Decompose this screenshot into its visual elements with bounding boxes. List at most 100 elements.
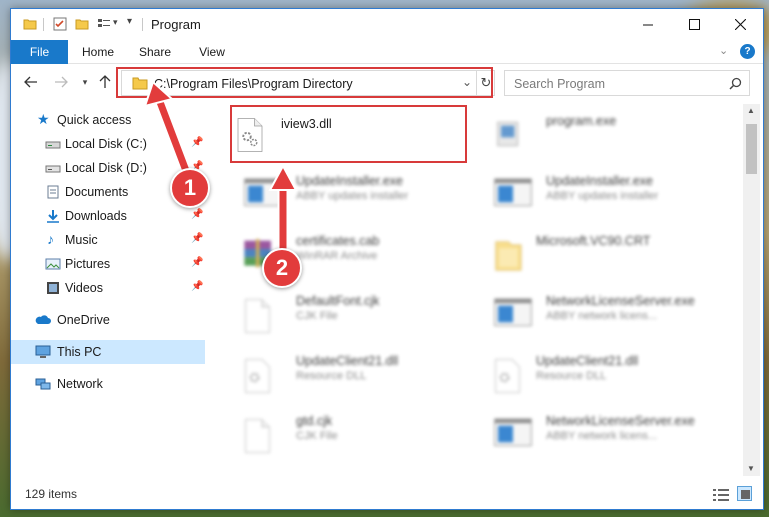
sidebar-item-label: Local Disk (C:) xyxy=(65,137,147,151)
sidebar-item-onedrive[interactable]: OneDrive xyxy=(11,308,205,332)
back-button[interactable] xyxy=(21,72,41,92)
tab-view[interactable]: View xyxy=(187,40,237,64)
help-icon[interactable]: ? xyxy=(740,44,755,59)
sidebar-item-label: Quick access xyxy=(57,113,132,127)
ribbon-tabs: File Home Share View ⌄ ? xyxy=(11,40,763,64)
close-button[interactable] xyxy=(717,9,763,40)
file-tile-networklicenseserver-exe-2[interactable]: NetworkLicenseServer.exe ABBY network li… xyxy=(491,410,741,468)
file-name: UpdateInstaller.exe xyxy=(296,174,404,188)
file-name: gtd.cjk xyxy=(296,414,333,428)
pin-icon[interactable]: 📌 xyxy=(191,137,203,149)
videos-icon xyxy=(47,282,59,294)
file-name: certificates.cab xyxy=(296,234,380,248)
blank-file-icon xyxy=(245,299,270,333)
file-description: ABBY network licens... xyxy=(546,310,658,322)
sidebar-item-this-pc[interactable]: This PC xyxy=(11,340,205,364)
search-input[interactable]: Search Program xyxy=(514,77,605,91)
sidebar-item-local-disk-c[interactable]: Local Disk (C:) 📌 xyxy=(11,132,205,156)
new-folder-icon[interactable] xyxy=(75,17,89,31)
pin-icon[interactable]: 📌 xyxy=(191,233,203,245)
dropdown-icon[interactable]: ▾ xyxy=(113,17,118,28)
file-tile-networklicenseserver-exe[interactable]: NetworkLicenseServer.exe ABBY network li… xyxy=(491,290,741,348)
title-separator xyxy=(142,18,143,31)
recent-locations-button[interactable]: ▾ xyxy=(75,72,95,92)
file-name: Microsoft.VC90.CRT xyxy=(536,234,651,248)
maximize-button[interactable] xyxy=(671,9,717,40)
tiles-view-icon[interactable] xyxy=(737,486,752,501)
tab-home[interactable]: Home xyxy=(71,40,125,64)
file-description: Resource DLL xyxy=(536,370,607,382)
forward-button[interactable] xyxy=(51,72,71,92)
minimize-icon xyxy=(643,24,653,25)
dll-gear-icon xyxy=(495,359,520,393)
expand-ribbon-icon[interactable]: ⌄ xyxy=(719,44,728,57)
file-description: ABBY updates installer xyxy=(546,190,659,202)
app-window-icon xyxy=(494,298,532,327)
folder-icon xyxy=(495,241,522,271)
music-icon: ♪ xyxy=(47,231,54,247)
customize-toolbar-icon[interactable]: ▾ xyxy=(127,16,132,27)
file-tile-updateinstaller-exe-2[interactable]: UpdateInstaller.exe ABBY updates install… xyxy=(491,170,741,228)
scroll-up-icon[interactable]: ▲ xyxy=(747,106,755,115)
sidebar-item-label: Local Disk (D:) xyxy=(65,161,147,175)
file-tile-updateclient21-dll[interactable]: UpdateClient21.dll Resource DLL xyxy=(241,350,491,408)
vertical-scrollbar[interactable]: ▲ ▼ xyxy=(743,104,760,476)
file-tile-updateinstaller-exe[interactable]: UpdateInstaller.exe ABBY updates install… xyxy=(241,170,491,228)
drive-icon xyxy=(45,141,61,149)
file-name: program.exe xyxy=(546,114,617,128)
app-window-icon xyxy=(494,418,532,447)
drive-icon xyxy=(45,165,61,173)
details-view-icon[interactable] xyxy=(713,488,729,501)
pin-icon[interactable]: 📌 xyxy=(191,281,203,293)
pictures-icon xyxy=(45,258,61,270)
status-bar: 129 items xyxy=(11,481,763,509)
blank-file-icon xyxy=(245,419,270,453)
app-window-icon xyxy=(494,178,532,207)
file-description: WinRAR Archive xyxy=(296,250,378,262)
file-name: NetworkLicenseServer.exe xyxy=(546,294,695,308)
computer-icon xyxy=(35,345,51,358)
file-tile-defaultfont-cjk[interactable]: DefaultFont.cjk CJK File xyxy=(241,290,491,348)
view-options-icon[interactable] xyxy=(97,17,111,31)
sidebar-item-videos[interactable]: Videos 📌 xyxy=(11,276,205,300)
dll-gear-icon xyxy=(245,359,270,393)
file-tile-gtd-cjk[interactable]: gtd.cjk CJK File xyxy=(241,410,491,468)
sidebar-item-label: Downloads xyxy=(65,209,127,223)
file-tile-program-exe[interactable]: program.exe xyxy=(491,110,741,168)
cloud-icon xyxy=(35,315,51,324)
minimize-button[interactable] xyxy=(625,9,671,40)
scrollbar-thumb[interactable] xyxy=(746,124,757,174)
file-description: CJK File xyxy=(296,310,338,322)
sidebar-item-label: Network xyxy=(57,377,103,391)
title-separator xyxy=(43,18,44,31)
sidebar-item-label: Music xyxy=(65,233,98,247)
file-tile-updateclient21-dll-2[interactable]: UpdateClient21.dll Resource DLL xyxy=(491,350,741,408)
sidebar-item-network[interactable]: Network xyxy=(11,372,205,396)
sidebar-item-pictures[interactable]: Pictures 📌 xyxy=(11,252,205,276)
sidebar-item-quick-access[interactable]: ★ Quick access xyxy=(11,108,205,132)
sidebar-item-music[interactable]: ♪ Music 📌 xyxy=(11,228,205,252)
tab-file[interactable]: File xyxy=(11,40,68,64)
title-bar: ▾ ▾ Program xyxy=(11,9,763,40)
tab-share[interactable]: Share xyxy=(129,40,181,64)
sidebar-item-label: Videos xyxy=(65,281,103,295)
star-icon: ★ xyxy=(37,111,50,127)
sidebar-item-label: This PC xyxy=(57,345,102,359)
sidebar-item-label: Documents xyxy=(65,185,129,199)
scroll-down-icon[interactable]: ▼ xyxy=(747,464,755,473)
pin-icon[interactable]: 📌 xyxy=(191,257,203,269)
file-tile-microsoft-vc90-crt[interactable]: Microsoft.VC90.CRT xyxy=(491,230,741,288)
step-badge-1: 1 xyxy=(170,168,210,208)
pin-icon[interactable]: 📌 xyxy=(191,209,203,221)
search-box[interactable]: Search Program xyxy=(504,70,750,96)
sidebar-item-downloads[interactable]: Downloads 📌 xyxy=(11,204,205,228)
file-name: DefaultFont.cjk xyxy=(296,294,380,308)
file-name: UpdateClient21.dll xyxy=(296,354,399,368)
close-icon xyxy=(734,19,746,30)
maximize-icon xyxy=(688,19,700,30)
address-bar-highlight xyxy=(116,67,493,98)
back-arrow-icon xyxy=(24,76,37,88)
up-button[interactable] xyxy=(95,72,115,92)
properties-icon[interactable] xyxy=(53,17,67,31)
exe-icon xyxy=(497,121,519,147)
